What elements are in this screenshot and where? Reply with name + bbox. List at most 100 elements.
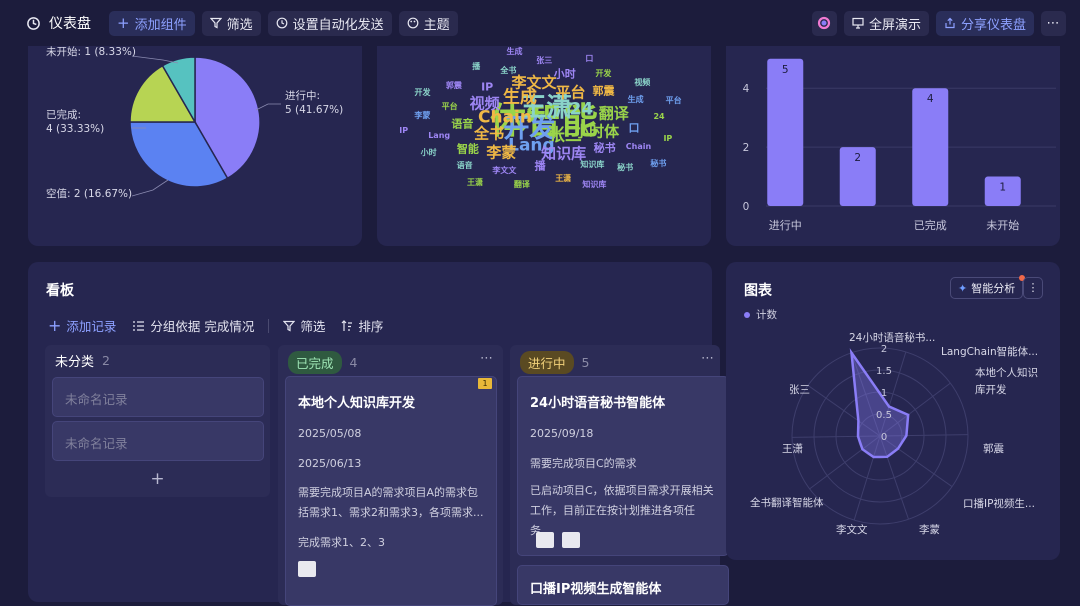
add-record-button[interactable]: + 添加记录 xyxy=(48,316,116,335)
record-need: 需要完成项目C的需求 xyxy=(530,457,637,470)
word-cloud-word: 小时 xyxy=(420,147,437,157)
sort-button[interactable]: 排序 xyxy=(341,316,383,335)
attachment-thumbnail[interactable] xyxy=(562,532,580,548)
group-by-button[interactable]: 分组依据 完成情况 xyxy=(132,316,254,335)
word-cloud-word: 口 xyxy=(628,121,640,135)
word-cloud-word: 王潇 xyxy=(555,173,572,183)
record-start-date: 2025/05/08 xyxy=(298,427,362,440)
word-cloud-word: 生成 xyxy=(627,95,644,105)
kanban-filter-button[interactable]: 筛选 xyxy=(283,316,325,335)
filter-label: 筛选 xyxy=(226,17,253,33)
word-cloud-word: 开发 xyxy=(595,69,612,79)
word-cloud-word: 小时 xyxy=(553,67,576,81)
record-card[interactable]: 口播IP视频生成智能体 xyxy=(517,565,729,605)
word-cloud-word: 播 xyxy=(472,61,481,71)
radar-tick-label: 2 xyxy=(881,344,887,355)
pie-label-in-progress-value: 5 (41.67%) xyxy=(285,104,344,116)
word-cloud-word: 小时体 xyxy=(574,122,620,141)
group-by-label: 分组依据 完成情况 xyxy=(150,319,255,334)
radar-tick-label: 0.5 xyxy=(876,410,892,421)
radar-axis-label: 本地个人知识 xyxy=(975,367,1038,379)
pie-label-done-value: 4 (33.33%) xyxy=(46,123,105,135)
plus-icon: + xyxy=(48,316,62,335)
record-card[interactable]: 1 本地个人知识库开发 2025/05/08 2025/06/13 需要完成项目… xyxy=(285,376,497,606)
toolbar-divider xyxy=(268,318,270,333)
record-title: 24小时语音秘书智能体 xyxy=(530,396,666,411)
column-more-icon[interactable]: ⋯ xyxy=(701,351,714,366)
fullscreen-label: 全屏演示 xyxy=(868,17,921,33)
word-cloud-word: 语音 xyxy=(451,117,474,131)
auto-send-button[interactable]: 设置自动化发送 xyxy=(267,10,392,36)
kanban-column-in-progress: 进行中 5 ⋯ 24小时语音秘书智能体 2025/09/18 需要完成项目C的需… xyxy=(510,345,729,605)
radar-axis-label: LangChain智能体... xyxy=(941,346,1039,358)
word-cloud-word: 全书 xyxy=(500,66,517,76)
share-dashboard-button[interactable]: 分享仪表盘 xyxy=(935,10,1034,36)
word-cloud-word: 秘书 xyxy=(593,141,616,155)
filter-icon xyxy=(283,320,296,331)
filter-button[interactable]: 筛选 xyxy=(201,10,261,36)
unnamed-record-card[interactable]: 未命名记录 xyxy=(52,377,264,417)
more-dots-icon: ⋯ xyxy=(1046,15,1061,31)
word-cloud-word: IP xyxy=(399,126,409,136)
status-badge: 已完成 xyxy=(288,351,342,374)
word-cloud-word: 播 xyxy=(534,159,546,173)
ai-assistant-button[interactable] xyxy=(811,10,837,36)
attachment-thumbnail[interactable] xyxy=(298,561,316,577)
word-cloud-word: 秘书 xyxy=(650,158,667,168)
filter-icon xyxy=(209,17,222,29)
radar-tick-label: 1 xyxy=(881,388,887,399)
bar-value-label: 1 xyxy=(999,182,1006,194)
column-more-icon[interactable]: ⋯ xyxy=(480,351,493,366)
word-cloud-word: 24 xyxy=(653,111,665,121)
column-header: 进行中 5 xyxy=(520,351,589,374)
kanban-toolbar: + 添加记录 分组依据 完成情况 筛选 排序 xyxy=(48,316,383,335)
theme-button[interactable]: 主题 xyxy=(398,10,458,36)
unnamed-record-card[interactable]: 未命名记录 xyxy=(52,421,264,461)
y-tick-label: 4 xyxy=(743,83,750,95)
record-title: 口播IP视频生成智能体 xyxy=(530,582,662,597)
add-record-label: 添加记录 xyxy=(66,319,117,334)
pie-label-done: 已完成: xyxy=(46,109,82,121)
pie-label-in-progress: 进行中: xyxy=(285,90,321,102)
pie-leader-line xyxy=(131,55,179,64)
word-cloud-word: 李蒙 xyxy=(414,111,431,121)
word-cloud-word: 李文文 xyxy=(511,73,557,92)
top-toolbar: 仪表盘 + 添加组件 筛选 设置自动化发送 主题 全屏演示 分享仪表盘 ⋯ xyxy=(0,0,1080,46)
add-card-button[interactable]: + xyxy=(45,469,270,489)
auto-send-label: 设置自动化发送 xyxy=(292,17,384,33)
word-cloud-word: 全书 xyxy=(474,124,505,143)
y-tick-label: 2 xyxy=(743,142,750,154)
column-header: 未分类 2 xyxy=(55,351,110,370)
record-card[interactable]: 24小时语音秘书智能体 2025/09/18 需要完成项目C的需求 已启动项目C… xyxy=(517,376,729,556)
column-count: 2 xyxy=(102,353,110,368)
word-cloud-word: 李蒙 xyxy=(486,143,517,162)
fullscreen-button[interactable]: 全屏演示 xyxy=(843,10,929,36)
radar-tick-label: 0 xyxy=(881,432,887,443)
sort-label: 排序 xyxy=(358,319,384,334)
group-list-icon xyxy=(133,320,145,331)
word-cloud-word: 王潇 xyxy=(466,177,483,187)
kanban-column-uncategorized: 未分类 2 未命名记录 未命名记录 + xyxy=(45,345,270,497)
more-options-button[interactable]: ⋯ xyxy=(1041,10,1066,36)
radar-axis-label: 李文文 xyxy=(836,524,868,536)
word-cloud-card: 体智能 开发 王潇 张三 Chain 24 Lang 生成 小时体 全书 平台 知识库 视频 翻译 李蒙 李文… xyxy=(377,30,711,246)
word-cloud-word: Chain xyxy=(625,142,652,152)
bar-chart-card: 0 2 4 5 进行中 2 4 已完成 1 未开始 xyxy=(726,30,1060,246)
share-label: 分享仪表盘 xyxy=(960,17,1026,33)
radar-tick-label: 1.5 xyxy=(876,366,892,377)
word-cloud-word: 平台 xyxy=(665,96,682,106)
add-widget-button[interactable]: + 添加组件 xyxy=(109,10,195,36)
radar-axis-label: 郭震 xyxy=(983,443,1004,455)
radar-chart-card: 图表 ✦ 智能分析 ⋮ 计数 0 0.5 1 1.5 2 24小时语音秘书... Lan… xyxy=(726,262,1060,560)
kanban-title: 看板 xyxy=(46,283,74,299)
word-cloud-word: 生成 xyxy=(502,87,537,108)
radar-chart: 0 0.5 1 1.5 2 xyxy=(791,344,969,525)
radar-axis-label: 王潇 xyxy=(782,443,803,455)
word-cloud-word: 语音 xyxy=(456,161,473,171)
theme-label: 主题 xyxy=(423,17,450,33)
bar-value-label: 4 xyxy=(927,93,934,105)
attachment-thumbnail[interactable] xyxy=(536,532,554,548)
sort-icon xyxy=(341,319,353,331)
ai-ring-icon xyxy=(818,16,831,30)
record-title: 本地个人知识库开发 xyxy=(298,396,416,411)
